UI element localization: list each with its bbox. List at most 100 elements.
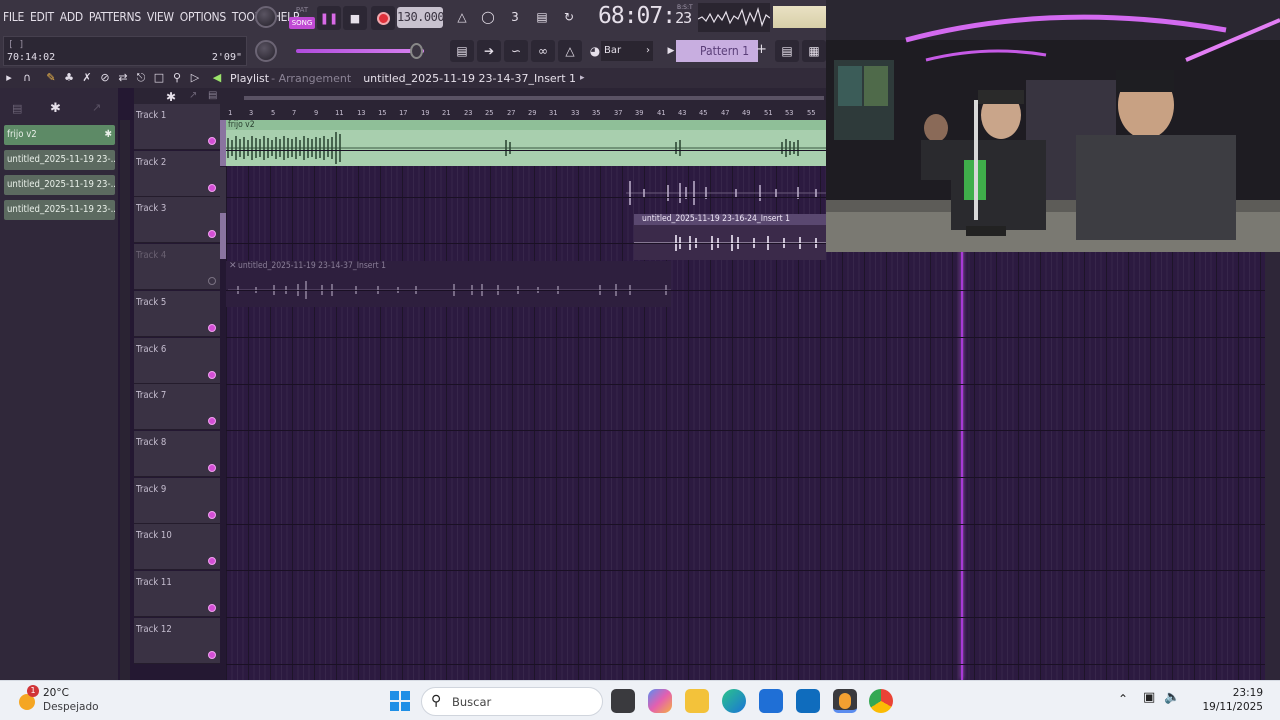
- link-button[interactable]: ∞: [531, 40, 555, 62]
- track-mute-led[interactable]: [208, 230, 216, 238]
- track-mute-led[interactable]: [208, 604, 216, 612]
- track-mute-led[interactable]: [208, 557, 216, 565]
- track-mute-led[interactable]: [208, 511, 216, 519]
- automation-icon[interactable]: ↗: [189, 90, 197, 101]
- picker-scrollbar[interactable]: [120, 120, 130, 680]
- network-icon[interactable]: ▣: [1143, 690, 1155, 705]
- loop-record-icon[interactable]: ↻: [558, 7, 580, 27]
- track-mute-led[interactable]: [208, 324, 216, 332]
- taskbar-date[interactable]: 19/11/2025: [1188, 701, 1263, 713]
- track-header[interactable]: Track 4: [134, 244, 220, 290]
- picker-item-frijo[interactable]: frijo v2 ✱: [4, 125, 115, 145]
- zoom-icon[interactable]: ⚲: [168, 69, 186, 87]
- track-header[interactable]: Track 5: [134, 291, 220, 337]
- snap-selector[interactable]: Bar ›: [601, 41, 653, 61]
- outlook-icon[interactable]: [796, 689, 820, 713]
- master-volume-knob[interactable]: [255, 6, 277, 28]
- pat-song-toggle[interactable]: PAT SONG: [289, 6, 315, 30]
- store-icon[interactable]: [759, 689, 783, 713]
- track-mute-led[interactable]: [208, 371, 216, 379]
- playlist-menu-icon[interactable]: ▸: [0, 69, 18, 87]
- menu-edit[interactable]: EDIT: [27, 10, 57, 24]
- picker-item[interactable]: untitled_2025-11-19 23-...: [4, 200, 115, 220]
- track-header[interactable]: Track 7: [134, 384, 220, 430]
- record-button[interactable]: [371, 6, 395, 30]
- weather-description[interactable]: Despejado: [43, 701, 99, 713]
- pattern-selector[interactable]: Pattern 1: [676, 40, 758, 62]
- horizontal-scrollbar[interactable]: [244, 96, 824, 100]
- timeline-ruler[interactable]: 1 3 5 7 9 11 13 15 17 19 21 23 25 27 29 31 33 35 37 39 41 43 4…: [226, 88, 826, 120]
- step-edit-icon[interactable]: ▤: [531, 7, 553, 27]
- track-mute-led[interactable]: [208, 651, 216, 659]
- breadcrumb[interactable]: untitled_2025-11-19 23-14-37_Insert 1: [363, 72, 576, 85]
- copilot-icon[interactable]: [648, 689, 672, 713]
- task-view-icon[interactable]: [611, 689, 635, 713]
- delete-icon[interactable]: ✗: [78, 69, 96, 87]
- browser-button[interactable]: ➔: [477, 40, 501, 62]
- channel-rack-button[interactable]: ∽: [504, 40, 528, 62]
- track-header[interactable]: Track 12: [134, 618, 220, 664]
- menu-patterns[interactable]: PATTERNS: [86, 10, 144, 24]
- picker-item[interactable]: untitled_2025-11-19 23-...: [4, 150, 115, 170]
- track-mute-led[interactable]: [208, 184, 216, 192]
- mixer-view-button[interactable]: ▤: [775, 40, 799, 62]
- track-header[interactable]: Track 1: [134, 104, 220, 150]
- track-mute-led[interactable]: [208, 277, 216, 285]
- audio-clip-frijo[interactable]: frijo v2: [226, 120, 826, 166]
- mixer-button[interactable]: △: [558, 40, 582, 62]
- menu-add[interactable]: ADD: [57, 10, 86, 24]
- tempo-display[interactable]: 130.000: [397, 7, 445, 28]
- track-header[interactable]: Track 10: [134, 524, 220, 570]
- master-pitch-knob[interactable]: [255, 40, 277, 62]
- show-hidden-icons-icon[interactable]: ⌃: [1118, 692, 1128, 706]
- fl-studio-icon[interactable]: [833, 689, 857, 713]
- mute-icon[interactable]: ⊘: [96, 69, 114, 87]
- volume-icon[interactable]: 🔈: [1164, 690, 1180, 705]
- track-header[interactable]: Track 9: [134, 478, 220, 524]
- select-icon[interactable]: □: [150, 69, 168, 87]
- metronome-icon[interactable]: △: [451, 7, 473, 27]
- chrome-icon[interactable]: [869, 689, 893, 713]
- track-header[interactable]: Track 11: [134, 571, 220, 617]
- vertical-scrollbar[interactable]: [1265, 252, 1280, 680]
- countdown-icon[interactable]: 3: [504, 7, 526, 27]
- picker-item[interactable]: untitled_2025-11-19 23-...: [4, 175, 115, 195]
- weather-temperature[interactable]: 20°C: [43, 687, 69, 699]
- pencil-icon[interactable]: ✎: [42, 69, 60, 87]
- pitch-slider-track[interactable]: [296, 49, 424, 53]
- menu-view[interactable]: VIEW: [144, 10, 177, 24]
- menu-file[interactable]: FILE: [0, 10, 27, 24]
- taskbar-time[interactable]: 23:19: [1213, 687, 1263, 699]
- track-header[interactable]: Track 2: [134, 151, 220, 197]
- stop-button[interactable]: ■: [343, 6, 367, 30]
- taskbar-search[interactable]: ⚲ Buscar: [421, 687, 603, 716]
- audio-clip-insert-track4-muted[interactable]: ✕ untitled_2025-11-19 23-14-37_Insert 1: [226, 261, 671, 307]
- magnet-icon[interactable]: ∩: [18, 69, 36, 87]
- track-header[interactable]: Track 3: [134, 197, 220, 243]
- edge-icon[interactable]: [722, 689, 746, 713]
- pause-button[interactable]: ❚❚: [317, 6, 341, 30]
- track-mute-led[interactable]: [208, 137, 216, 145]
- windows-start-icon[interactable]: [390, 691, 410, 711]
- slice-icon[interactable]: ⎋: [132, 69, 150, 87]
- track-header[interactable]: Track 8: [134, 431, 220, 477]
- playback-icon[interactable]: ▷: [186, 69, 204, 87]
- piano-roll-button[interactable]: ▤: [450, 40, 474, 62]
- track-mute-led[interactable]: [208, 464, 216, 472]
- brush-icon[interactable]: ♣: [60, 69, 78, 87]
- automation-picker-icon[interactable]: ↗: [92, 101, 101, 114]
- pattern-icon[interactable]: ▤: [208, 90, 217, 101]
- audio-picker-icon[interactable]: ✱: [50, 101, 61, 116]
- audio-clip-insert-track3[interactable]: untitled_2025-11-19 23-16-24_Insert 1: [634, 214, 826, 260]
- pattern-picker-icon[interactable]: ▤: [12, 102, 22, 115]
- wait-input-icon[interactable]: ◯: [477, 7, 499, 27]
- playlist-view-button[interactable]: ▦: [802, 40, 826, 62]
- pitch-slider-handle[interactable]: [410, 43, 423, 59]
- track-header[interactable]: Track 6: [134, 338, 220, 384]
- track-mute-led[interactable]: [208, 417, 216, 425]
- menu-options[interactable]: OPTIONS: [177, 10, 229, 24]
- slip-icon[interactable]: ⇄: [114, 69, 132, 87]
- file-explorer-icon[interactable]: [685, 689, 709, 713]
- add-pattern-button[interactable]: +: [756, 42, 767, 57]
- playlist-title-bar: ▸ ∩ ✎ ♣ ✗ ⊘ ⇄ ⎋ □ ⚲ ▷ ◀ Playlist - Arran…: [0, 68, 826, 88]
